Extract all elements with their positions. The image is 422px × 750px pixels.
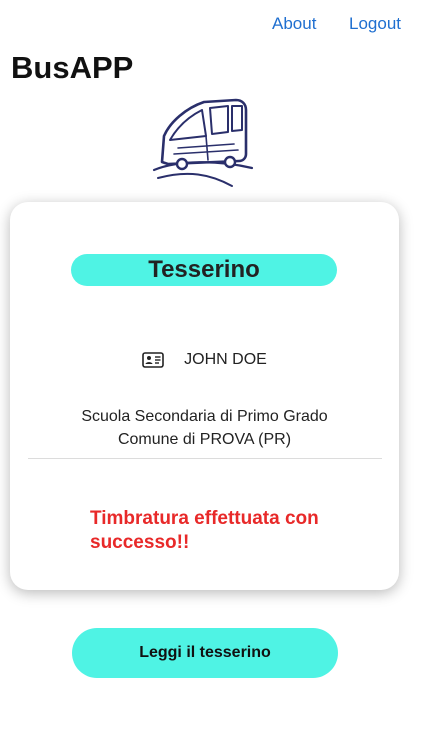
school-name: Scuola Secondaria di Primo Grado <box>81 408 328 425</box>
divider <box>28 458 382 459</box>
app-title: BusAPP <box>11 50 134 85</box>
id-card-icon <box>142 352 164 368</box>
status-message: Timbratura effettuata con successo!! <box>90 508 319 553</box>
holder-name: JOHN DOE <box>184 351 267 368</box>
about-link[interactable]: About <box>272 14 316 34</box>
card-title: Tesserino <box>71 254 337 286</box>
bus-icon <box>152 98 254 187</box>
school-town: Comune di PROVA (PR) <box>117 431 292 448</box>
holder-row: JOHN DOE <box>10 348 399 372</box>
pass-card: Tesserino JOHN DOE Scuola Secondaria di … <box>10 202 399 590</box>
logout-link[interactable]: Logout <box>349 14 401 34</box>
read-card-button[interactable]: Leggi il tesserino <box>72 628 338 678</box>
